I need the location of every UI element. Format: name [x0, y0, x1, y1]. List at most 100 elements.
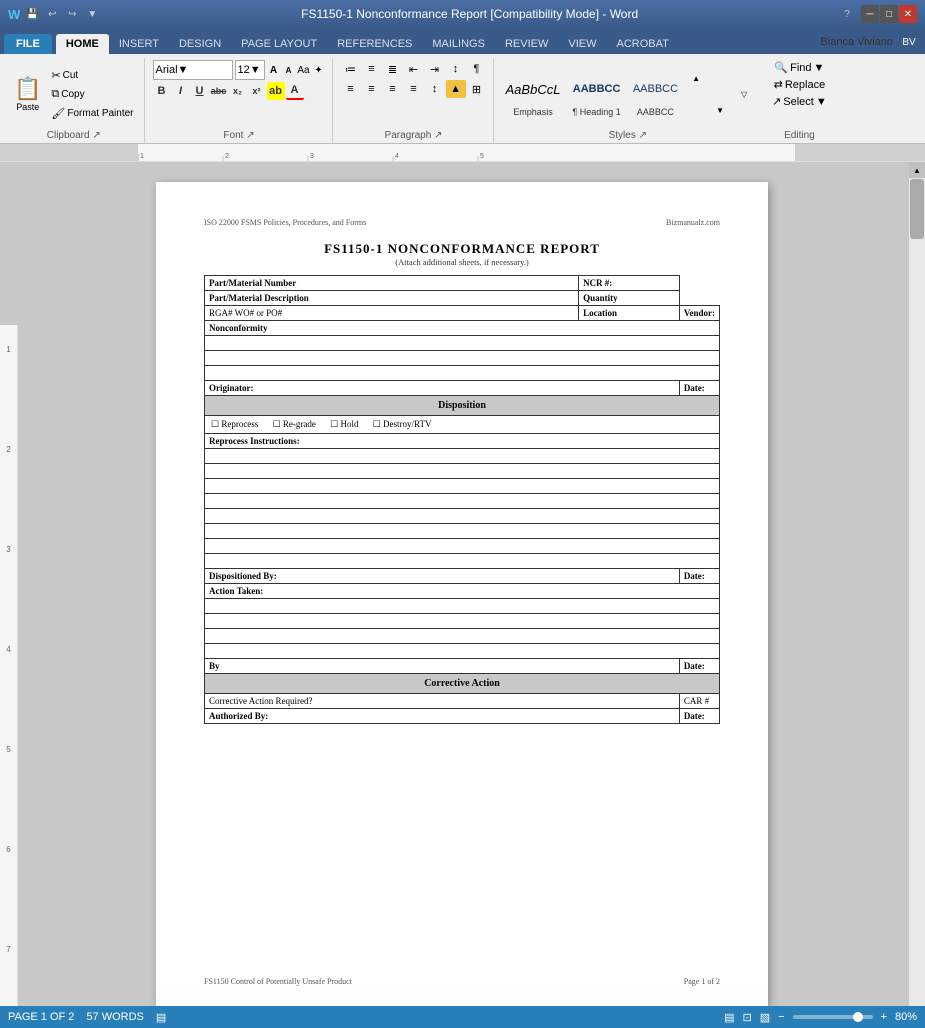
zoom-in-button[interactable]: +: [881, 1011, 887, 1023]
tab-references[interactable]: REFERENCES: [327, 34, 422, 54]
empty-cell: [205, 644, 720, 659]
select-button[interactable]: ↗ Select ▼: [768, 94, 831, 109]
car-number-cell: CAR #: [679, 694, 719, 709]
quick-undo[interactable]: ↩: [44, 6, 60, 22]
table-row: [205, 614, 720, 629]
tab-home[interactable]: HOME: [56, 34, 109, 54]
empty-cell: [205, 479, 720, 494]
view-full-screen[interactable]: ⊡: [742, 1011, 751, 1024]
help-icon[interactable]: ?: [839, 6, 855, 22]
footer-left: FS1150 Control of Potentially Unsafe Pro…: [204, 977, 352, 986]
font-size-selector[interactable]: 12 ▼: [235, 60, 265, 80]
copy-icon: ⧉: [51, 88, 59, 101]
copy-button[interactable]: ⧉ Copy: [47, 85, 137, 103]
language-icon[interactable]: ▤: [156, 1011, 166, 1024]
title-bar-left: W 💾 ↩ ↪ ▼: [8, 6, 100, 22]
justify-button[interactable]: ≡: [404, 80, 424, 98]
find-dropdown[interactable]: ▼: [814, 62, 825, 74]
subscript-button[interactable]: x₂: [229, 82, 247, 100]
paste-button[interactable]: 📋 Paste: [10, 74, 45, 114]
show-hide-button[interactable]: ¶: [467, 60, 487, 78]
maximize-button[interactable]: □: [880, 5, 898, 23]
styles-scroll-down[interactable]: ▼: [710, 101, 730, 119]
font-group-label: Font ↗: [153, 128, 326, 141]
decrease-indent-button[interactable]: ⇤: [404, 60, 424, 78]
multilevel-button[interactable]: ≣: [383, 60, 403, 78]
tab-page-layout[interactable]: PAGE LAYOUT: [231, 34, 327, 54]
zoom-slider[interactable]: [793, 1015, 873, 1019]
table-row: [205, 464, 720, 479]
zoom-out-button[interactable]: −: [778, 1011, 784, 1023]
style-heading2[interactable]: AABBCC AABBCC: [629, 69, 682, 119]
tab-acrobat[interactable]: ACROBAT: [606, 34, 678, 54]
quick-custom[interactable]: ▼: [84, 6, 100, 22]
reprocess-checkbox[interactable]: ☐ Reprocess: [211, 419, 258, 429]
dispositioned-date-cell: Date:: [679, 569, 719, 584]
find-button[interactable]: 🔍 Find ▼: [770, 60, 828, 75]
view-web-layout[interactable]: ▧: [760, 1011, 770, 1024]
tab-view[interactable]: VIEW: [558, 34, 606, 54]
authorized-date-cell: Date:: [679, 709, 719, 724]
increase-indent-button[interactable]: ⇥: [425, 60, 445, 78]
replace-button[interactable]: ⇄ Replace: [770, 77, 830, 92]
disposition-header-cell: Disposition: [205, 396, 720, 416]
word-count: 57 WORDS: [86, 1011, 143, 1024]
underline-button[interactable]: U: [191, 82, 209, 100]
clear-format-button[interactable]: ✦: [312, 63, 326, 77]
destroy-checkbox[interactable]: ☐ Destroy/RTV: [373, 419, 432, 429]
zoom-level[interactable]: 80%: [895, 1011, 917, 1023]
line-spacing-button[interactable]: ↕: [425, 80, 445, 98]
tab-mailings[interactable]: MAILINGS: [422, 34, 495, 54]
font-name-selector[interactable]: Arial ▼: [153, 60, 233, 80]
shading-button[interactable]: ▲: [446, 80, 466, 98]
style-emphasis[interactable]: AaBbCcL Emphasis: [502, 69, 565, 119]
word-page[interactable]: ISO 22000 FSMS Policies, Procedures, and…: [156, 182, 768, 1006]
minimize-button[interactable]: ─: [861, 5, 879, 23]
dispositioned-by-cell: Dispositioned By:: [205, 569, 680, 584]
align-right-button[interactable]: ≡: [383, 80, 403, 98]
strikethrough-button[interactable]: abc: [210, 82, 228, 100]
superscript-button[interactable]: x²: [248, 82, 266, 100]
borders-button[interactable]: ⊞: [467, 80, 487, 98]
quick-save[interactable]: 💾: [24, 6, 40, 22]
select-dropdown[interactable]: ▼: [816, 96, 827, 108]
title-bar-right: ? ─ □ ✕: [839, 5, 917, 23]
hold-checkbox[interactable]: ☐ Hold: [330, 419, 358, 429]
empty-cell: [205, 351, 720, 366]
italic-button[interactable]: I: [172, 82, 190, 100]
numbering-button[interactable]: ≡: [362, 60, 382, 78]
zoom-thumb[interactable]: [853, 1012, 863, 1022]
styles-expand[interactable]: ▽: [734, 85, 754, 103]
style-heading1[interactable]: AABBCC ¶ Heading 1: [568, 69, 624, 119]
bold-button[interactable]: B: [153, 82, 171, 100]
sort-button[interactable]: ↕: [446, 60, 466, 78]
tab-design[interactable]: DESIGN: [169, 34, 231, 54]
align-left-button[interactable]: ≡: [341, 80, 361, 98]
font-shrink-button[interactable]: A: [282, 63, 296, 77]
bullets-button[interactable]: ≔: [341, 60, 361, 78]
align-center-button[interactable]: ≡: [362, 80, 382, 98]
close-button[interactable]: ✕: [899, 5, 917, 23]
tab-review[interactable]: REVIEW: [495, 34, 558, 54]
regrade-checkbox[interactable]: ☐ Re-grade: [273, 419, 316, 429]
cut-button[interactable]: ✂ Cut: [47, 66, 137, 84]
table-row: Disposition: [205, 396, 720, 416]
title-bar: W 💾 ↩ ↪ ▼ FS1150-1 Nonconformance Report…: [0, 0, 925, 28]
quick-redo[interactable]: ↪: [64, 6, 80, 22]
scroll-track[interactable]: [909, 178, 925, 1010]
view-print-layout[interactable]: ▤: [724, 1011, 734, 1024]
vertical-scrollbar[interactable]: ▲ ▼: [909, 162, 925, 1026]
format-painter-button[interactable]: 🖌 Format Painter: [47, 104, 137, 122]
styles-scroll-up[interactable]: ▲: [686, 69, 706, 87]
empty-cell: [205, 336, 720, 351]
highlight-button[interactable]: ab: [267, 82, 285, 100]
tab-insert[interactable]: INSERT: [109, 34, 169, 54]
style-heading1-label: ¶ Heading 1: [572, 107, 620, 117]
scroll-thumb[interactable]: [910, 179, 924, 239]
font-color-button[interactable]: A: [286, 82, 304, 100]
table-row: [205, 599, 720, 614]
font-grow-button[interactable]: A: [267, 63, 281, 77]
tab-file[interactable]: FILE: [4, 34, 52, 54]
font-case-button[interactable]: Aa: [297, 63, 311, 77]
scroll-up-button[interactable]: ▲: [909, 162, 925, 178]
